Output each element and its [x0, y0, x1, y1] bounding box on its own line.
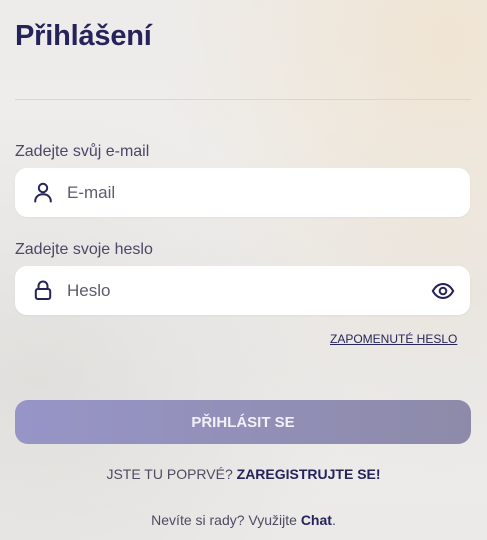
title-divider [15, 99, 471, 100]
email-input[interactable] [67, 168, 417, 217]
forgot-password-link[interactable]: ZAPOMENUTÉ HESLO [330, 332, 457, 346]
lock-icon [32, 279, 54, 301]
page-title: Přihlášení [15, 20, 152, 52]
help-prompt-text: Nevíte si rady? Využijte [151, 512, 297, 528]
email-field-container[interactable] [15, 168, 470, 217]
chat-link[interactable]: Chat [301, 512, 332, 528]
login-button[interactable]: PŘIHLÁSIT SE [15, 400, 471, 444]
help-prompt: Nevíte si rady? Využijte Chat. [0, 512, 487, 528]
password-field-container[interactable] [15, 266, 470, 315]
password-input[interactable] [67, 266, 417, 315]
user-icon [32, 181, 54, 203]
email-label: Zadejte svůj e-mail [15, 143, 150, 160]
password-label: Zadejte svoje heslo [15, 241, 153, 258]
register-link[interactable]: ZAREGISTRUJTE SE! [237, 466, 381, 482]
eye-icon[interactable] [431, 280, 455, 302]
register-prompt: JSTE TU POPRVÉ? ZAREGISTRUJTE SE! [0, 466, 487, 482]
help-suffix: . [331, 512, 336, 528]
register-prompt-text: JSTE TU POPRVÉ? [106, 466, 233, 482]
